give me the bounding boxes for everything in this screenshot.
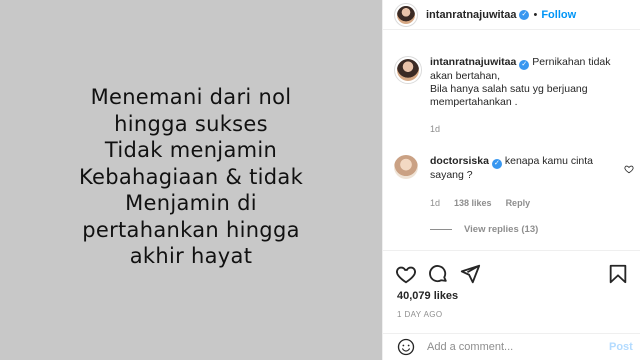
follow-button[interactable]: Follow [541, 9, 576, 21]
caption-username[interactable]: intanratnajuwitaa [430, 56, 516, 68]
verified-badge-icon: ✓ [491, 159, 502, 169]
caption-time[interactable]: 1d [430, 123, 611, 136]
caption-body: intanratnajuwitaa ✓ Pernikahan tidak akan… [430, 56, 611, 136]
view-replies-button[interactable]: View replies (13) [430, 224, 538, 235]
post-header: intanratnajuwitaa ✓ • Follow [383, 0, 640, 30]
header-avatar[interactable] [394, 2, 418, 27]
comment-meta: 1d 138 likes Reply [430, 198, 530, 208]
avatar-image [397, 59, 419, 81]
replies-divider [430, 229, 452, 230]
view-replies-label: View replies (13) [464, 224, 539, 235]
comment-username[interactable]: doctorsiska [430, 155, 489, 167]
post-side-panel: intanratnajuwitaa ✓ • Follow intanratnaj… [382, 0, 640, 360]
emoji-icon[interactable] [397, 338, 415, 356]
comment-input[interactable] [427, 341, 597, 353]
reply-button[interactable]: Reply [506, 198, 531, 208]
post-image[interactable]: Menemani dari nol hingga sukses Tidak me… [0, 0, 382, 360]
post-date[interactable]: 1 DAY AGO [397, 310, 443, 319]
comment-body: doctorsiska ✓ kenapa kamu cinta sayang ? [430, 155, 610, 182]
comment: doctorsiska ✓ kenapa kamu cinta sayang ? … [394, 155, 634, 208]
post-image-text: Menemani dari nol hingga sukses Tidak me… [78, 85, 304, 269]
comment-like-heart-icon[interactable] [624, 164, 634, 174]
caption-avatar[interactable] [394, 56, 422, 84]
comment-bubble-icon[interactable] [427, 263, 449, 285]
verified-badge-icon: ✓ [519, 60, 530, 70]
post-comment-button[interactable]: Post [609, 341, 633, 353]
save-bookmark-icon[interactable] [607, 263, 629, 285]
verified-badge-icon: ✓ [519, 9, 530, 20]
likes-count[interactable]: 40,079 likes [397, 290, 458, 302]
like-heart-icon[interactable] [395, 263, 417, 285]
comment-time[interactable]: 1d [430, 198, 440, 208]
action-bar [383, 250, 640, 288]
header-username[interactable]: intanratnajuwitaa [426, 9, 516, 21]
caption: intanratnajuwitaa ✓ Pernikahan tidak akan… [394, 56, 634, 136]
share-send-icon[interactable] [459, 263, 481, 285]
header-separator: • [533, 8, 538, 21]
comment-likes[interactable]: 138 likes [454, 198, 492, 208]
avatar-image [397, 5, 415, 24]
comment-avatar[interactable] [394, 155, 418, 179]
add-comment-bar: Post [383, 333, 640, 360]
